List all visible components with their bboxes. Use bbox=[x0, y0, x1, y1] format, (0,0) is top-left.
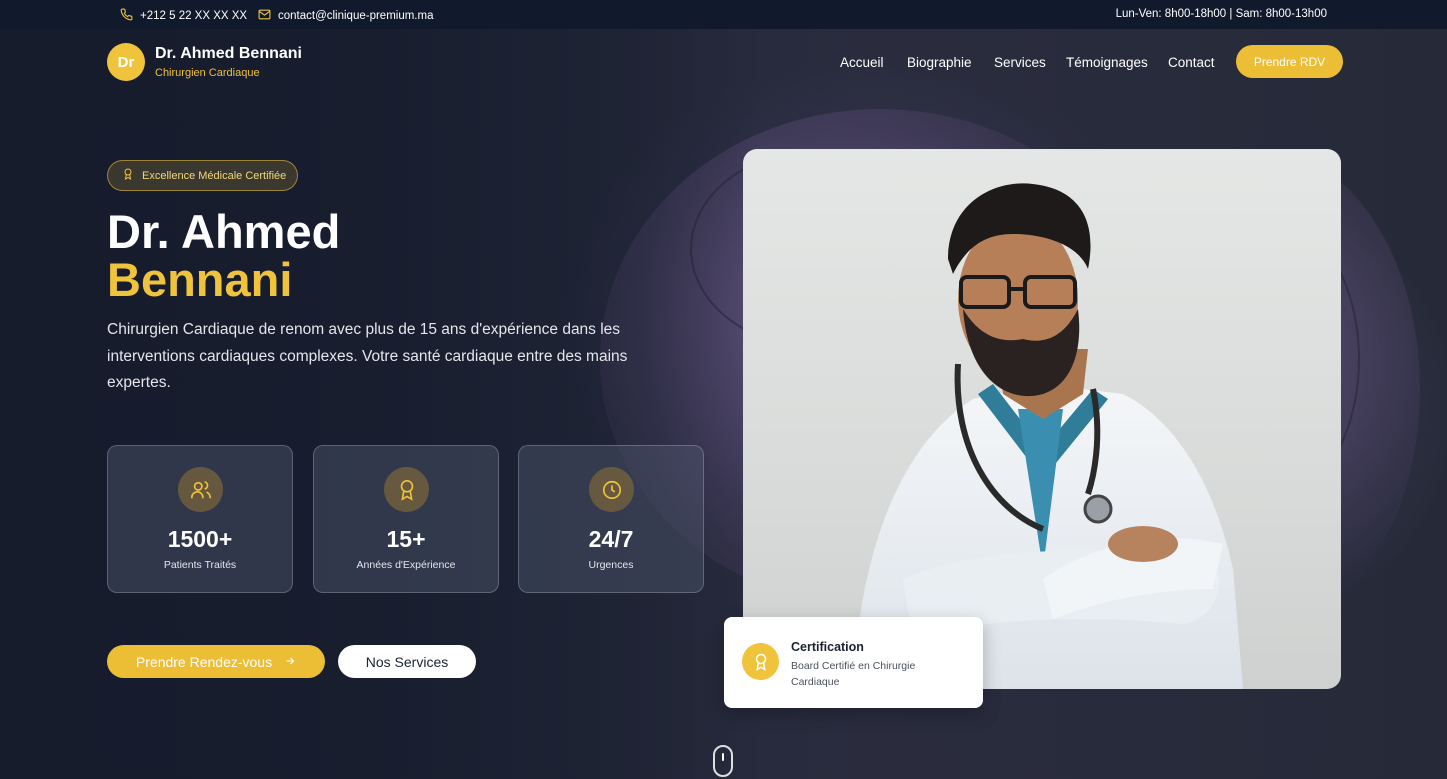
scroll-down-indicator[interactable] bbox=[713, 745, 733, 777]
primary-appointment-button[interactable]: Prendre Rendez-vous bbox=[107, 645, 325, 678]
doctor-photo bbox=[743, 149, 1341, 689]
stat-label: Patients Traités bbox=[163, 559, 237, 571]
nav-item-services[interactable]: Services bbox=[994, 55, 1046, 70]
stat-card-urgences: 24/7 Urgences bbox=[518, 445, 704, 593]
opening-hours-text: Lun-Ven: 8h00-18h00 | Sam: 8h00-13h00 bbox=[1115, 8, 1327, 20]
arrow-right-icon bbox=[284, 654, 296, 670]
primary-cta-label: Prendre Rendez-vous bbox=[135, 653, 273, 670]
hero-description: Chirurgien Cardiaque de renom avec plus … bbox=[107, 321, 628, 391]
hero-title-last: Bennani bbox=[107, 253, 293, 306]
logo[interactable]: Dr bbox=[107, 43, 145, 81]
users-icon bbox=[178, 467, 223, 512]
certification-title: Certification bbox=[791, 640, 864, 654]
certification-card: Certification Board Certifié en Chirurgi… bbox=[724, 617, 983, 708]
phone-contact[interactable]: +212 5 22 XX XX XX bbox=[120, 8, 247, 24]
certified-badge: Excellence Médicale Certifiée bbox=[107, 160, 298, 191]
nav-item-temoignages[interactable]: Témoignages bbox=[1066, 55, 1148, 70]
stat-label: Urgences bbox=[588, 559, 634, 571]
logo-initials: Dr bbox=[117, 53, 135, 71]
nav-item-accueil[interactable]: Accueil bbox=[840, 55, 884, 70]
hero-title-first: Dr. Ahmed bbox=[107, 205, 341, 258]
brand-subtitle: Chirurgien Cardiaque bbox=[155, 67, 260, 79]
award-icon bbox=[742, 643, 779, 680]
stat-card-experience: 15+ Années d'Expérience bbox=[313, 445, 499, 593]
clock-icon bbox=[589, 467, 634, 512]
award-icon bbox=[122, 168, 134, 183]
nav-item-contact[interactable]: Contact bbox=[1168, 55, 1215, 70]
phone-number: +212 5 22 XX XX XX bbox=[140, 10, 248, 22]
nav-item-biographie[interactable]: Biographie bbox=[907, 55, 972, 70]
mail-icon bbox=[258, 8, 271, 24]
email-address: contact@clinique-premium.ma bbox=[278, 10, 434, 22]
book-appointment-button[interactable]: Prendre RDV bbox=[1236, 45, 1343, 78]
services-button[interactable]: Nos Services bbox=[338, 645, 476, 678]
top-info-bar: +212 5 22 XX XX XX contact@clinique-prem… bbox=[0, 0, 1447, 29]
stat-label: Années d'Expérience bbox=[356, 559, 456, 571]
phone-icon bbox=[120, 8, 133, 24]
stat-value: 1500+ bbox=[167, 526, 233, 552]
opening-hours: Lun-Ven: 8h00-18h00 | Sam: 8h00-13h00 bbox=[1116, 8, 1327, 20]
email-contact[interactable]: contact@clinique-premium.ma bbox=[258, 8, 433, 24]
award-icon bbox=[384, 467, 429, 512]
stat-value: 24/7 bbox=[588, 526, 634, 552]
stat-card-patients: 1500+ Patients Traités bbox=[107, 445, 293, 593]
stat-value: 15+ bbox=[386, 526, 426, 552]
certification-description: Board Certifié en Chirurgie Cardiaque bbox=[791, 660, 916, 688]
badge-label: Excellence Médicale Certifiée bbox=[142, 169, 287, 182]
brand-name: Dr. Ahmed Bennani bbox=[155, 45, 302, 62]
